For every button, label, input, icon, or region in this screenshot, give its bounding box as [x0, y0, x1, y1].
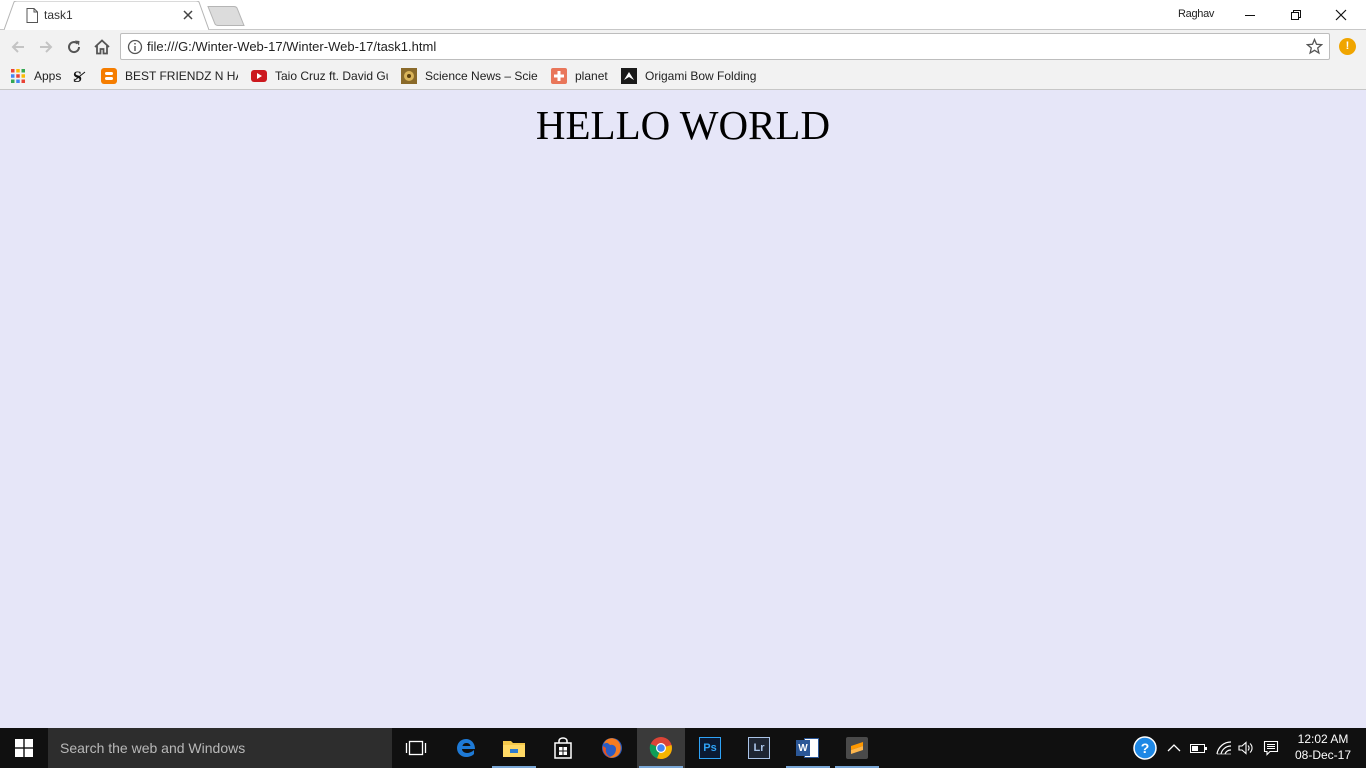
back-button[interactable] [6, 35, 30, 59]
tray-show-hidden[interactable] [1164, 728, 1184, 768]
bookmark-label: Apps [34, 69, 62, 83]
extension-alert-icon[interactable]: ! [1339, 38, 1356, 55]
bookmark-label: Science News – Scien [425, 69, 538, 83]
arrow-left-icon [11, 41, 24, 53]
store-icon [554, 737, 572, 759]
bookmark-planet[interactable]: planet [551, 67, 608, 85]
taskbar-chrome[interactable] [637, 728, 685, 768]
taskbar-edge[interactable] [442, 728, 490, 768]
page-icon [26, 8, 38, 23]
bookmark-s[interactable]: S [72, 67, 88, 85]
home-icon [94, 39, 110, 55]
planet-icon [551, 68, 567, 84]
star-icon[interactable] [1306, 38, 1323, 55]
arrow-right-icon [40, 41, 53, 53]
window-close-button[interactable] [1318, 0, 1364, 29]
svg-text:?: ? [1141, 740, 1150, 756]
windows-logo-icon [15, 739, 33, 757]
tray-battery[interactable] [1188, 728, 1210, 768]
restore-button[interactable] [1273, 0, 1319, 29]
clock-date: 08-Dec-17 [1294, 748, 1352, 762]
close-icon[interactable] [180, 7, 196, 23]
tab-task1[interactable]: task1 [4, 1, 209, 30]
taskbar-firefox[interactable] [588, 728, 636, 768]
browser-toolbar: file:///G:/Winter-Web-17/Winter-Web-17/t… [0, 30, 1366, 63]
minimize-icon [1245, 14, 1255, 16]
tab-strip: task1 Raghav [0, 0, 1366, 30]
profile-button[interactable]: Raghav [1178, 8, 1214, 20]
bookmark-apps[interactable]: Apps [10, 67, 61, 85]
taskbar-sublime-text[interactable] [833, 728, 881, 768]
home-button[interactable] [90, 35, 114, 59]
tray-wifi[interactable] [1213, 728, 1235, 768]
bookmark-best-friendz[interactable]: BEST FRIENDZ N HAC [101, 67, 238, 85]
taskbar-lightroom[interactable]: Lr [735, 728, 783, 768]
bookmark-origami[interactable]: Origami Bow Folding [621, 67, 756, 85]
minimize-button[interactable] [1227, 0, 1273, 29]
firefox-icon [602, 738, 622, 758]
reload-button[interactable] [62, 35, 86, 59]
address-bar[interactable]: file:///G:/Winter-Web-17/Winter-Web-17/t… [120, 33, 1330, 60]
taskbar-search[interactable]: Search the web and Windows [48, 728, 392, 768]
info-icon[interactable] [127, 39, 143, 55]
blogger-icon [101, 68, 117, 84]
bookmarks-bar: Apps S BEST FRIENDZ N HAC Taio Cruz ft. … [0, 63, 1366, 90]
tab-title: task1 [44, 8, 73, 22]
bookmark-science-news[interactable]: Science News – Scien [401, 67, 538, 85]
volume-icon [1238, 741, 1253, 755]
word-label: W [798, 742, 808, 754]
task-view-icon [405, 740, 427, 756]
page-heading: HELLO WORLD [535, 102, 831, 148]
science-news-icon [401, 68, 417, 84]
start-button[interactable] [0, 728, 48, 768]
battery-icon [1190, 744, 1207, 753]
taskbar: Search the web and Windows Ps Lr W ? 12:… [0, 728, 1366, 768]
notification-icon [1263, 740, 1279, 756]
taskbar-store[interactable] [539, 728, 587, 768]
taskbar-photoshop[interactable]: Ps [686, 728, 734, 768]
bookmark-label: planet [575, 69, 608, 83]
wifi-icon [1216, 741, 1232, 755]
tray-help[interactable]: ? [1130, 728, 1160, 768]
svg-text:S: S [73, 69, 82, 84]
photoshop-icon: Ps [699, 737, 721, 759]
help-icon: ? [1133, 736, 1157, 760]
chevron-up-icon [1167, 744, 1181, 752]
edge-icon [457, 739, 475, 757]
file-explorer-icon [503, 741, 525, 757]
apps-grid-icon [11, 69, 25, 83]
lightroom-label: Lr [753, 742, 765, 754]
bookmark-label: Origami Bow Folding [645, 69, 757, 83]
origami-icon [621, 68, 637, 84]
clock-time: 12:02 AM [1297, 732, 1349, 746]
tray-action-center[interactable] [1259, 728, 1283, 768]
sublime-text-icon [846, 737, 868, 759]
tray-volume[interactable] [1236, 728, 1258, 768]
taskbar-file-explorer[interactable] [490, 728, 538, 768]
taskbar-word[interactable]: W [784, 728, 832, 768]
url-text[interactable]: file:///G:/Winter-Web-17/Winter-Web-17/t… [147, 39, 436, 54]
lightroom-icon: Lr [748, 737, 770, 759]
chrome-icon [649, 737, 672, 760]
photoshop-label: Ps [703, 742, 717, 754]
reload-icon [68, 40, 81, 54]
s-logo-icon: S [73, 69, 86, 84]
page-content: HELLO WORLD [0, 91, 1366, 728]
taskbar-clock[interactable]: 12:02 AM 08-Dec-17 [1288, 731, 1358, 763]
restore-icon [1291, 9, 1301, 20]
search-placeholder: Search the web and Windows [60, 740, 246, 756]
forward-button[interactable] [34, 35, 58, 59]
new-tab-button[interactable] [206, 6, 246, 26]
word-icon: W [796, 737, 820, 759]
task-view-button[interactable] [392, 728, 440, 768]
bookmark-label: Taio Cruz ft. David Gu [275, 69, 388, 83]
youtube-icon [251, 70, 267, 82]
close-icon [1335, 9, 1347, 20]
bookmark-label: BEST FRIENDZ N HAC [125, 69, 238, 83]
word-badge: W [796, 740, 810, 756]
bookmark-taio-cruz[interactable]: Taio Cruz ft. David Gu [251, 67, 388, 85]
